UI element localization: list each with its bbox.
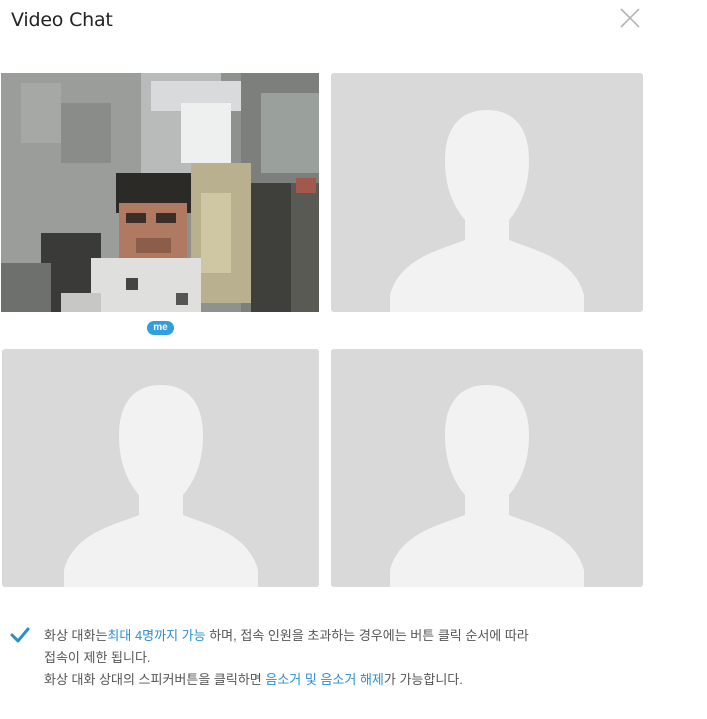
close-button[interactable] [618, 6, 642, 30]
close-icon[interactable] [618, 6, 642, 30]
notice-line3-suffix: 가 가능합니다. [383, 672, 463, 687]
avatar-placeholder-icon [390, 110, 584, 312]
peer-video-tile [2, 349, 319, 587]
avatar-placeholder-icon [390, 385, 584, 587]
self-video-feed [1, 73, 319, 312]
notice-line1-prefix: 화상 대화는 [44, 628, 108, 643]
avatar-placeholder-icon [63, 385, 258, 587]
notice-line3-prefix: 화상 대화 상대의 스피커버튼을 클릭하면 [44, 672, 266, 687]
peer-video-tile [331, 73, 643, 312]
window-title: Video Chat [11, 9, 113, 31]
notice-line1-highlight: 최대 4명까지 가능 [107, 628, 206, 643]
notice-line-1: 화상 대화는최대 4명까지 가능 하며, 접속 인원을 초과하는 경우에는 버튼… [44, 625, 644, 647]
me-badge: me [147, 321, 174, 335]
notice-line-3: 화상 대화 상대의 스피커버튼을 클릭하면 음소거 및 음소거 해제가 가능합니… [44, 669, 644, 691]
peer-video-tile [331, 349, 643, 587]
notice-line3-highlight: 음소거 및 음소거 해제 [265, 672, 384, 687]
check-icon [10, 627, 30, 643]
notice-line-2: 접속이 제한 됩니다. [44, 650, 151, 665]
notice-line1-suffix: 하며, 접속 인원을 초과하는 경우에는 버튼 클릭 순서에 따라 [205, 628, 529, 643]
